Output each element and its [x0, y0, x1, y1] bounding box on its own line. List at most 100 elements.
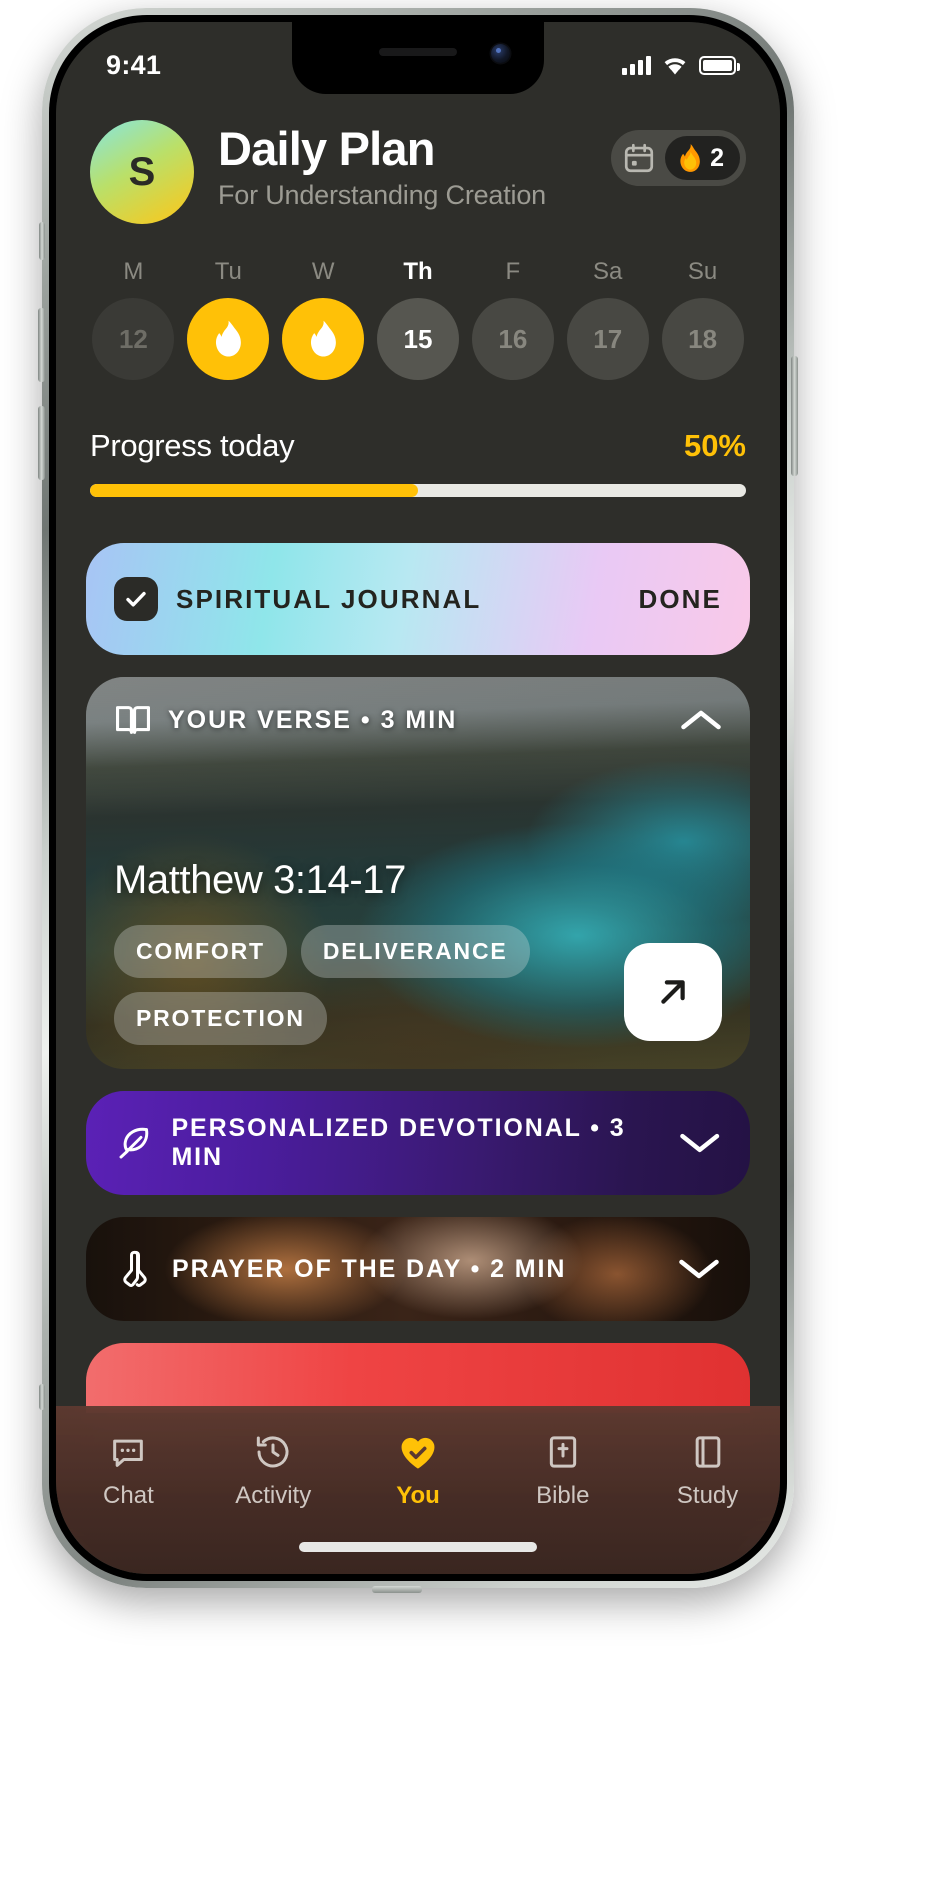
page-title: Daily Plan	[218, 122, 435, 175]
tab-chat[interactable]: Chat	[56, 1432, 201, 1510]
tab-activity[interactable]: Activity	[201, 1432, 346, 1510]
praying-hands-icon	[123, 1250, 147, 1287]
journal-left: SPIRITUAL JOURNAL	[114, 577, 481, 621]
day-circle[interactable]: 16	[471, 298, 554, 380]
week-day-tuesday[interactable]: Tu	[181, 258, 276, 380]
feather-quill-icon	[119, 1127, 149, 1159]
tab-label: Study	[676, 1482, 739, 1509]
screenshot-stage: 9:41 S Daily Plan For Understanding Crea…	[0, 0, 945, 1904]
volume-down-button[interactable]	[38, 406, 45, 480]
check-icon	[126, 591, 146, 607]
progress-label: Progress today	[90, 428, 295, 463]
chevron-down-icon[interactable]	[679, 1130, 720, 1156]
verse-tag[interactable]: DELIVERANCE	[300, 925, 530, 978]
day-circle[interactable]: 18	[661, 298, 744, 380]
prayer-left: PRAYER OF THE DAY • 2 MIN	[116, 1248, 566, 1290]
verse-header-row: YOUR VERSE • 3 MIN	[114, 703, 722, 737]
app-root: S Daily Plan For Understanding Creation	[56, 22, 780, 1574]
day-name: Tu	[214, 258, 242, 285]
day-date: 16	[498, 323, 528, 354]
flame-icon	[216, 320, 242, 357]
verse-label-group: YOUR VERSE • 3 MIN	[114, 703, 457, 737]
clock-history-icon	[257, 1436, 289, 1468]
week-day-monday[interactable]: M 12	[86, 258, 181, 380]
flame-icon	[680, 144, 700, 172]
day-circle[interactable]: 12	[92, 298, 175, 380]
day-name: F	[505, 258, 521, 285]
cards-list: SPIRITUAL JOURNAL DONE YOUR VERSE • 3 MI…	[56, 543, 780, 1413]
day-circle[interactable]	[282, 298, 365, 380]
card-next-partial[interactable]	[86, 1343, 750, 1413]
flame-icon	[311, 320, 337, 357]
day-date: 18	[688, 323, 718, 354]
week-day-wednesday[interactable]: W	[276, 258, 371, 380]
week-day-saturday[interactable]: Sa 17	[560, 258, 655, 380]
day-name: W	[311, 258, 335, 285]
avatar[interactable]: S	[90, 120, 194, 224]
journal-status: DONE	[638, 583, 722, 614]
heart-check-icon	[401, 1437, 435, 1469]
bible-book-icon	[549, 1436, 576, 1468]
devotional-title: PERSONALIZED DEVOTIONAL • 3 MIN	[171, 1114, 626, 1171]
volume-up-button[interactable]	[38, 308, 45, 382]
day-date: 17	[593, 323, 623, 354]
verse-kicker: YOUR VERSE • 3 MIN	[168, 705, 458, 734]
page-subtitle: For Understanding Creation	[218, 180, 546, 211]
week-day-thursday[interactable]: Th 15	[371, 258, 466, 380]
calendar-icon	[624, 143, 654, 173]
week-day-sunday[interactable]: Su 18	[655, 258, 750, 380]
chat-bubble-icon	[113, 1439, 144, 1467]
tab-bible[interactable]: Bible	[490, 1432, 635, 1510]
day-name: Th	[403, 258, 433, 285]
front-camera-icon	[491, 44, 510, 63]
tab-label: You	[396, 1482, 440, 1509]
tab-label: Activity	[235, 1482, 312, 1509]
tab-label: Bible	[536, 1482, 590, 1509]
tab-you[interactable]: You	[346, 1432, 491, 1510]
week-day-friday[interactable]: F 16	[465, 258, 560, 380]
day-circle[interactable]: 17	[566, 298, 649, 380]
progress-bar-fill	[90, 484, 418, 497]
silent-switch[interactable]	[39, 222, 45, 260]
tab-label: Chat	[103, 1482, 154, 1509]
battery-icon	[699, 55, 740, 75]
day-date: 12	[118, 323, 148, 354]
verse-tags: COMFORT DELIVERANCE PROTECTION	[114, 925, 634, 1045]
chevron-up-icon[interactable]	[680, 707, 722, 733]
home-indicator[interactable]	[299, 1542, 537, 1552]
wifi-icon	[664, 57, 686, 74]
power-button[interactable]	[791, 356, 798, 476]
day-circle[interactable]: 15	[377, 298, 459, 380]
header-actions: 2	[611, 130, 746, 186]
header-text-block: Daily Plan For Understanding Creation	[218, 120, 611, 211]
day-date: 15	[403, 323, 433, 354]
status-time: 9:41	[106, 49, 162, 80]
notch	[292, 22, 544, 94]
week-strip: M 12 Tu W Th 15 F 16 Sa 17 Su 18	[56, 258, 780, 380]
verse-open-button[interactable]	[624, 943, 722, 1041]
journal-checkbox[interactable]	[114, 577, 158, 621]
phone-device-frame: 9:41 S Daily Plan For Understanding Crea…	[38, 8, 798, 1593]
bottom-antenna-band	[372, 1586, 422, 1593]
scroll-container[interactable]: S Daily Plan For Understanding Creation	[56, 22, 780, 1574]
day-circle[interactable]	[187, 298, 270, 380]
verse-tag[interactable]: COMFORT	[114, 925, 287, 978]
card-personalized-devotional[interactable]: PERSONALIZED DEVOTIONAL • 3 MIN	[86, 1091, 750, 1195]
open-book-icon	[116, 706, 150, 734]
verse-tag[interactable]: PROTECTION	[114, 992, 327, 1045]
day-name: Sa	[593, 258, 623, 285]
arrow-up-right-icon	[661, 980, 685, 1004]
calendar-button[interactable]	[617, 136, 661, 180]
streak-badge[interactable]: 2	[665, 136, 740, 180]
devotional-left: PERSONALIZED DEVOTIONAL • 3 MIN	[116, 1114, 679, 1172]
card-spiritual-journal[interactable]: SPIRITUAL JOURNAL DONE	[86, 543, 750, 655]
cellular-signal-icon	[622, 55, 651, 75]
tab-study[interactable]: Study	[635, 1432, 780, 1510]
card-your-verse[interactable]: YOUR VERSE • 3 MIN Matthew 3:14-17 COMFO…	[86, 677, 750, 1069]
day-name: Su	[687, 258, 718, 285]
prayer-title: PRAYER OF THE DAY • 2 MIN	[172, 1254, 567, 1283]
status-icons	[622, 55, 740, 76]
card-prayer-of-the-day[interactable]: PRAYER OF THE DAY • 2 MIN	[86, 1217, 750, 1321]
chevron-down-icon[interactable]	[678, 1256, 720, 1282]
streak-count: 2	[710, 143, 724, 172]
